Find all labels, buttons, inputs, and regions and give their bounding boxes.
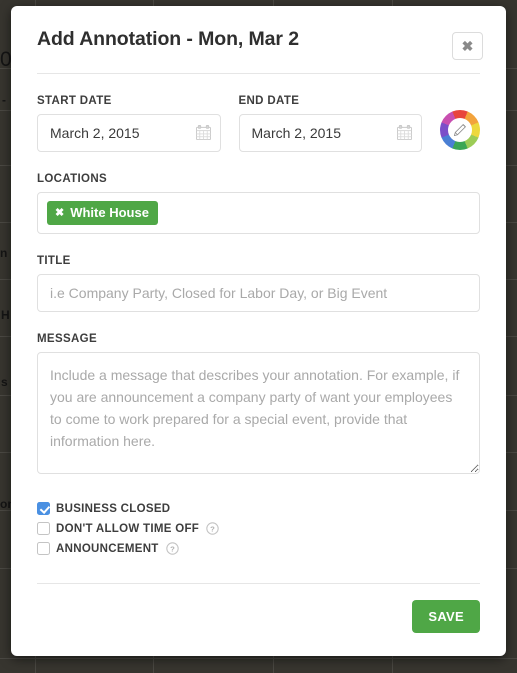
message-textarea[interactable] bbox=[37, 352, 480, 474]
end-date-group: END DATE bbox=[238, 74, 422, 152]
title-input[interactable] bbox=[37, 274, 480, 312]
end-date-input[interactable] bbox=[238, 114, 422, 152]
checkbox-input[interactable] bbox=[37, 522, 50, 535]
svg-text:?: ? bbox=[170, 544, 175, 553]
close-icon[interactable]: ✖ bbox=[452, 32, 483, 60]
help-icon[interactable]: ? bbox=[206, 522, 219, 535]
color-wheel-button[interactable] bbox=[440, 110, 480, 150]
checkbox-label: BUSINESS CLOSED bbox=[56, 502, 171, 515]
start-date-label: START DATE bbox=[37, 95, 112, 107]
color-picker-group bbox=[440, 110, 480, 152]
locations-input[interactable]: ✖ White House bbox=[37, 192, 480, 234]
checkbox-row[interactable]: BUSINESS CLOSED bbox=[37, 502, 480, 515]
end-date-input-wrap bbox=[238, 114, 422, 152]
pencil-icon bbox=[453, 124, 466, 137]
locations-label: LOCATIONS bbox=[37, 173, 108, 185]
modal-body: START DATE March 2, 2015 END DATE March … bbox=[11, 74, 506, 555]
checkbox-input[interactable] bbox=[37, 542, 50, 555]
checkbox-input[interactable] bbox=[37, 502, 50, 515]
save-button[interactable]: SAVE bbox=[412, 600, 480, 633]
checkbox-row[interactable]: ANNOUNCEMENT? bbox=[37, 542, 480, 555]
title-label: TITLE bbox=[37, 255, 71, 267]
background-gridline bbox=[0, 658, 517, 659]
start-date-input[interactable] bbox=[37, 114, 221, 152]
checkbox-row[interactable]: DON'T ALLOW TIME OFF? bbox=[37, 522, 480, 535]
checkbox-label: ANNOUNCEMENT bbox=[56, 542, 159, 555]
location-tag[interactable]: ✖ White House bbox=[47, 201, 158, 225]
background-text-fragment: 0 bbox=[0, 48, 12, 71]
date-row: START DATE March 2, 2015 END DATE March … bbox=[37, 74, 480, 152]
modal-footer: SAVE bbox=[11, 584, 506, 633]
start-date-group: START DATE bbox=[37, 74, 221, 152]
background-text-fragment: H bbox=[1, 308, 10, 322]
background-text-fragment: - bbox=[2, 93, 6, 107]
checkbox-label: DON'T ALLOW TIME OFF bbox=[56, 522, 200, 535]
start-date-input-wrap bbox=[37, 114, 221, 152]
end-date-label: END DATE bbox=[238, 95, 300, 107]
svg-text:?: ? bbox=[210, 524, 215, 533]
background-text-fragment: n bbox=[0, 246, 8, 260]
modal-header: Add Annotation - Mon, Mar 2 ✖ bbox=[11, 6, 506, 63]
checkbox-group: BUSINESS CLOSED DON'T ALLOW TIME OFF? ANNO… bbox=[37, 502, 480, 555]
location-tag-label: White House bbox=[70, 205, 149, 220]
modal-title: Add Annotation - Mon, Mar 2 bbox=[37, 28, 299, 50]
help-icon[interactable]: ? bbox=[165, 542, 179, 555]
background-text-fragment: s bbox=[1, 375, 8, 389]
add-annotation-modal: Add Annotation - Mon, Mar 2 ✖ START DATE bbox=[11, 6, 506, 656]
remove-tag-icon[interactable]: ✖ bbox=[55, 206, 64, 219]
message-label: MESSAGE bbox=[37, 333, 97, 345]
